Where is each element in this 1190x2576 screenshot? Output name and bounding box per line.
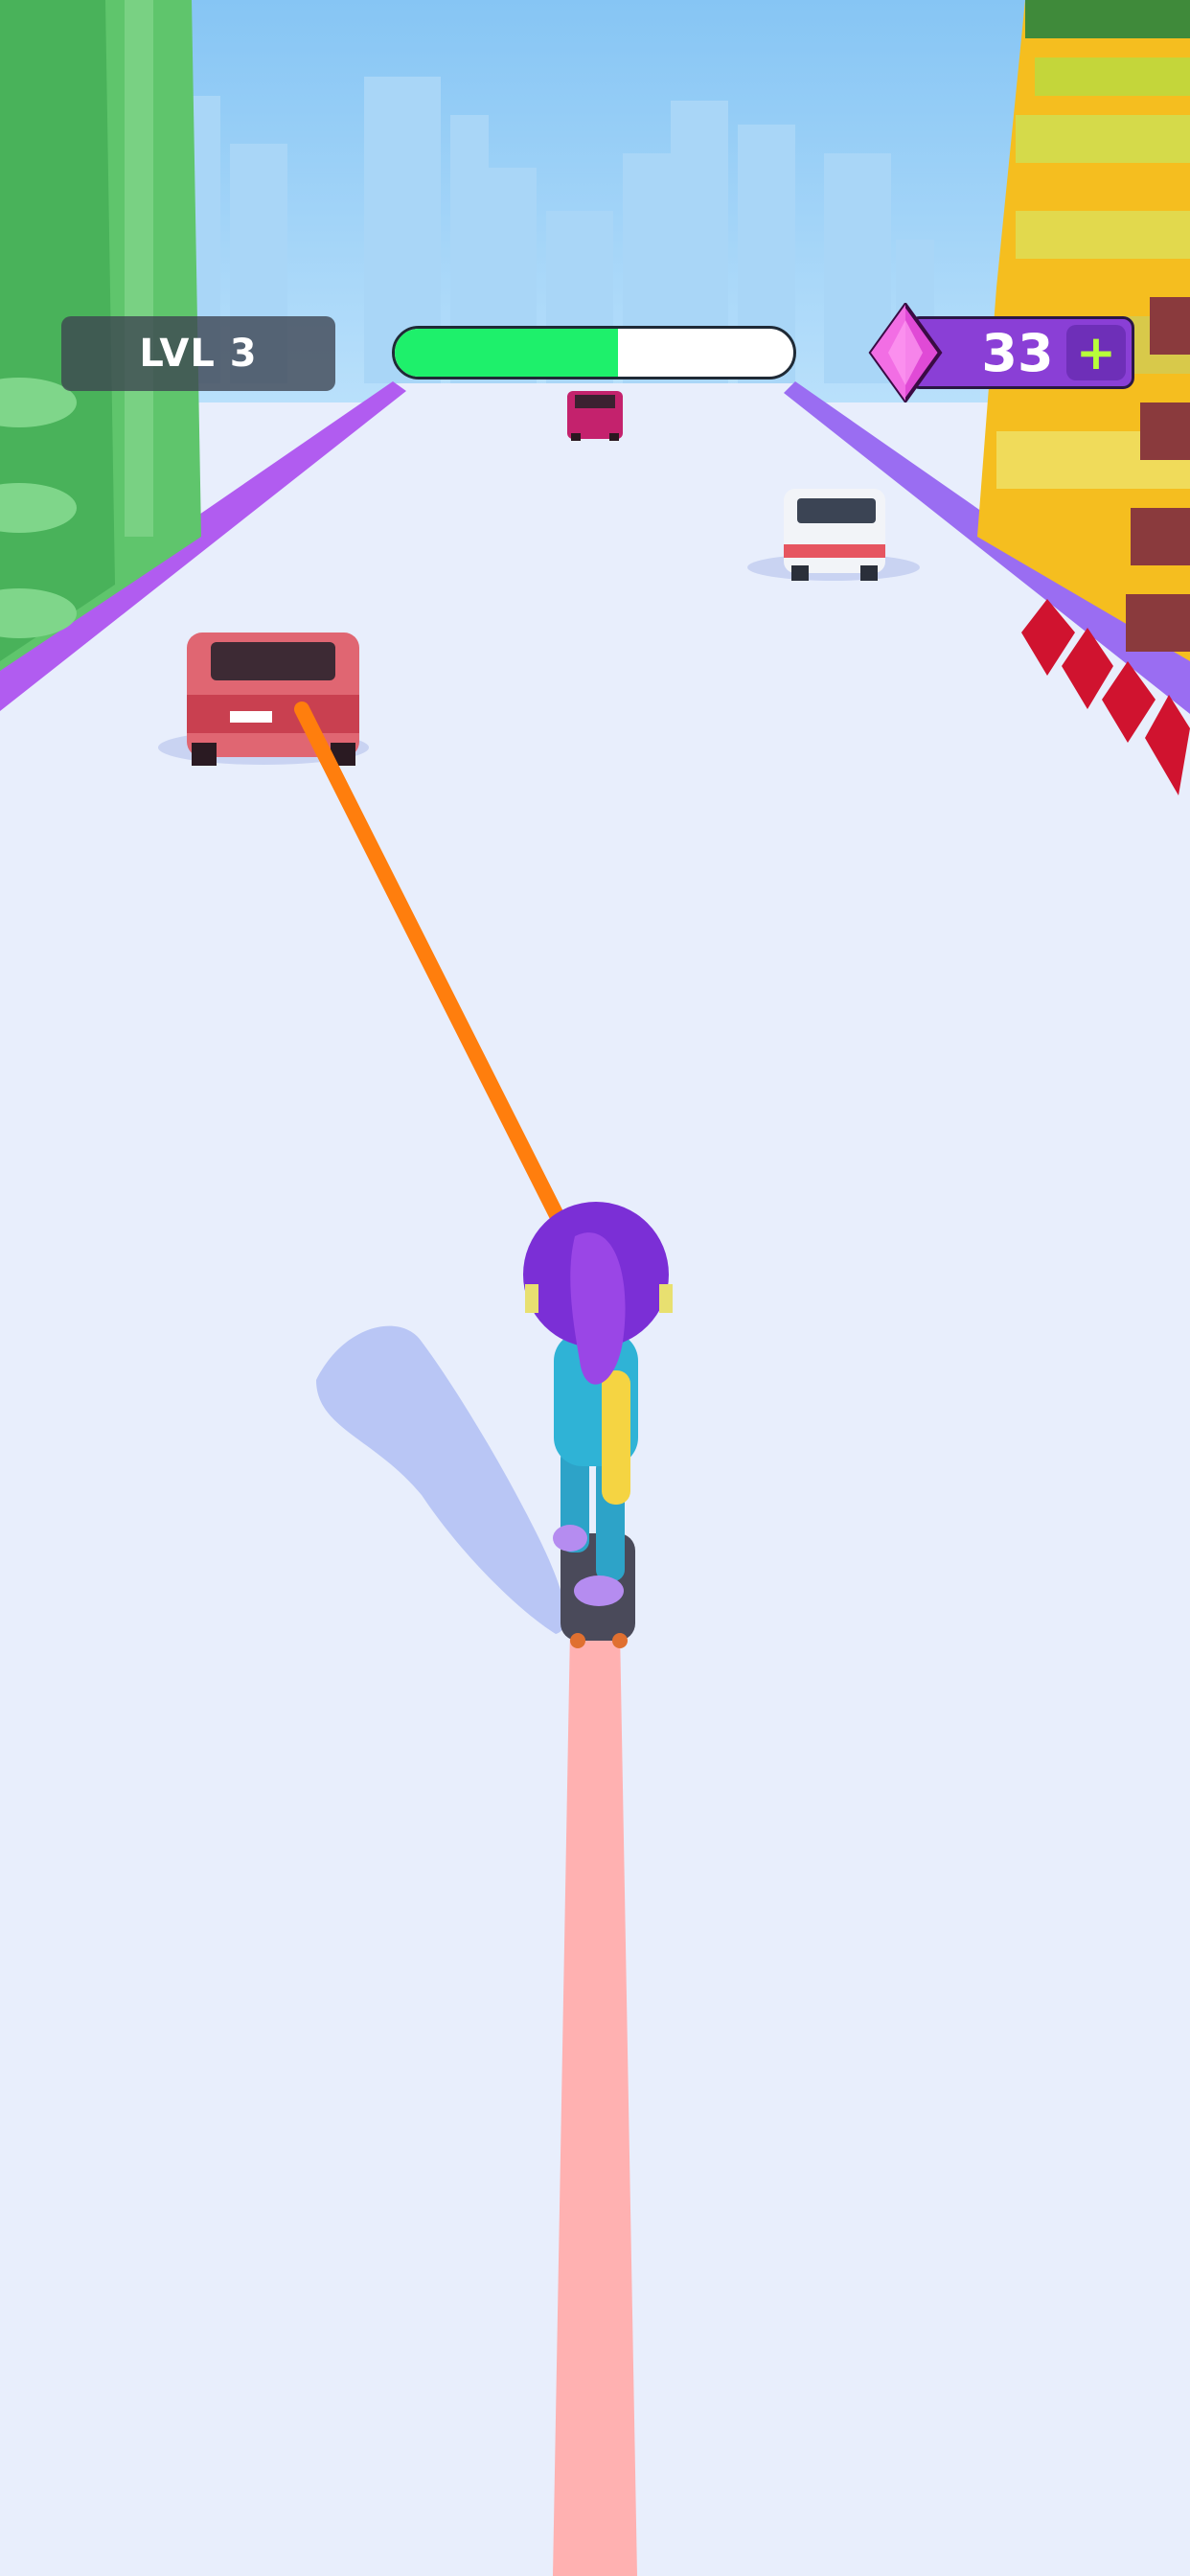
gem-count: 33: [981, 322, 1054, 383]
level-progress-bar: [392, 326, 796, 380]
level-progress-fill: [395, 329, 618, 377]
car-far: [567, 391, 623, 441]
plus-icon: +: [1076, 325, 1116, 380]
add-gems-button[interactable]: +: [1066, 325, 1126, 380]
gem-icon: [868, 303, 943, 402]
car-red: [158, 632, 369, 766]
level-indicator: LVL 3: [61, 316, 335, 391]
level-label: LVL 3: [139, 332, 258, 376]
